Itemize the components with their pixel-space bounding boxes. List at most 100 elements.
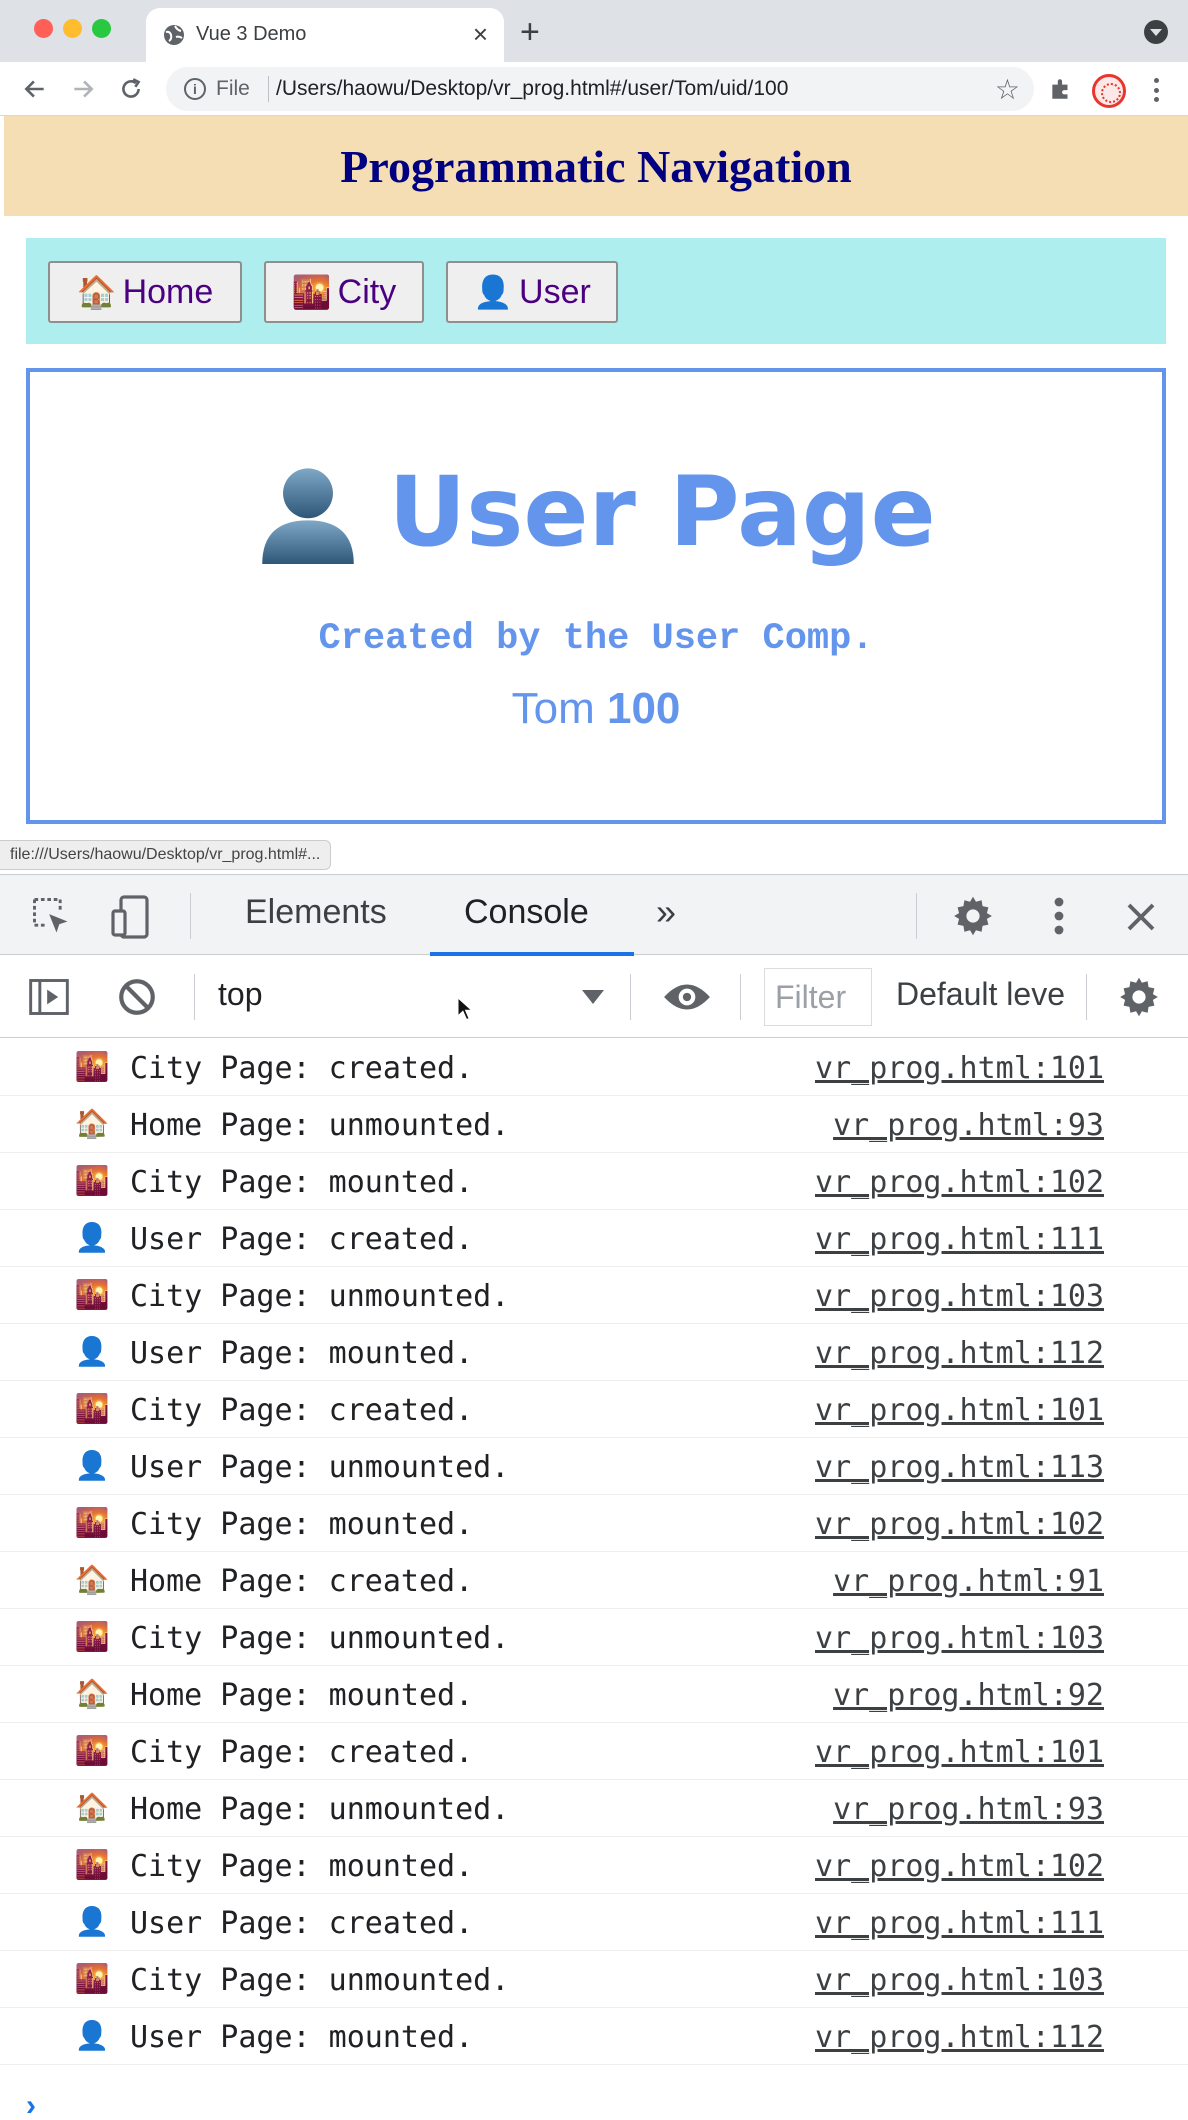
extensions-puzzle-icon[interactable]	[1044, 70, 1078, 108]
log-levels-dropdown[interactable]: Default levels	[896, 976, 1066, 1013]
profile-avatar-icon[interactable]	[1092, 74, 1126, 108]
console-message-text: User Page: mounted.	[130, 1336, 474, 1371]
context-selector[interactable]: top	[218, 976, 262, 1013]
console-toolbar: top Filter Default levels	[0, 956, 1188, 1038]
browser-tab[interactable]: Vue 3 Demo ×	[146, 8, 504, 62]
close-tab-icon[interactable]: ×	[473, 19, 488, 49]
chevron-down-icon[interactable]	[582, 990, 604, 1004]
city-button[interactable]: 🌇 City	[264, 261, 424, 323]
console-source-link[interactable]: vr_prog.html:93	[833, 1108, 1104, 1143]
cityscape-icon: 🌇	[74, 1051, 110, 1082]
created-by-text: Created by the User Comp.	[318, 618, 874, 660]
house-icon: 🏠	[74, 1792, 110, 1823]
tab-search-icon[interactable]	[1144, 20, 1168, 44]
console-message: 🏠 Home Page: unmounted. vr_prog.html:93	[0, 1096, 1188, 1153]
console-source-link[interactable]: vr_prog.html:112	[815, 1336, 1104, 1371]
console-message: 🌇 City Page: mounted. vr_prog.html:102	[0, 1153, 1188, 1210]
console-message: 🌇 City Page: unmounted. vr_prog.html:103	[0, 1609, 1188, 1666]
devtools-tab-bar: Elements Console »	[0, 875, 1188, 956]
console-source-link[interactable]: vr_prog.html:92	[833, 1678, 1104, 1713]
console-source-link[interactable]: vr_prog.html:102	[815, 1507, 1104, 1542]
address-bar[interactable]: i File /Users/haowu/Desktop/vr_prog.html…	[166, 67, 1034, 111]
new-tab-button[interactable]: +	[520, 12, 540, 52]
console-source-link[interactable]: vr_prog.html:103	[815, 1279, 1104, 1314]
console-message: 👤 User Page: unmounted. vr_prog.html:113	[0, 1438, 1188, 1495]
console-source-link[interactable]: vr_prog.html:101	[815, 1393, 1104, 1428]
console-source-link[interactable]: vr_prog.html:102	[815, 1165, 1104, 1200]
console-source-link[interactable]: vr_prog.html:103	[815, 1621, 1104, 1656]
user-button[interactable]: 👤 User	[446, 261, 618, 323]
console-message-text: City Page: created.	[130, 1735, 474, 1770]
close-devtools-icon[interactable]	[1118, 895, 1164, 939]
url-separator	[268, 76, 269, 102]
console-source-link[interactable]: vr_prog.html:111	[815, 1222, 1104, 1257]
cityscape-icon: 🌇	[74, 1849, 110, 1880]
inspect-element-icon[interactable]	[28, 893, 74, 939]
console-source-link[interactable]: vr_prog.html:103	[815, 1963, 1104, 1998]
clear-console-icon[interactable]	[114, 974, 160, 1020]
console-prompt[interactable]: ›	[26, 2089, 36, 2120]
console-source-link[interactable]: vr_prog.html:111	[815, 1906, 1104, 1941]
page-header: Programmatic Navigation	[4, 116, 1188, 216]
house-icon: 🏠	[74, 1108, 110, 1139]
devtools-menu-icon[interactable]	[1040, 893, 1078, 939]
minimize-window-button[interactable]	[63, 19, 82, 38]
user-id: 100	[606, 684, 681, 733]
user-silhouette-icon: 👤	[74, 1450, 110, 1481]
user-silhouette-icon: 👤	[473, 274, 514, 310]
settings-gear-icon[interactable]	[950, 893, 996, 939]
user-page-title: User Page	[388, 456, 936, 568]
close-window-button[interactable]	[34, 19, 53, 38]
more-tabs-icon[interactable]: »	[656, 891, 676, 933]
tab-console[interactable]: Console	[464, 893, 589, 932]
toolbar-divider	[740, 974, 741, 1020]
house-icon: 🏠	[74, 1678, 110, 1709]
console-source-link[interactable]: vr_prog.html:112	[815, 2020, 1104, 2055]
city-button-label: City	[337, 272, 397, 311]
console-source-link[interactable]: vr_prog.html:101	[815, 1051, 1104, 1086]
console-message: 🏠 Home Page: created. vr_prog.html:91	[0, 1552, 1188, 1609]
cityscape-icon: 🌇	[74, 1621, 110, 1652]
browser-toolbar: i File /Users/haowu/Desktop/vr_prog.html…	[0, 62, 1188, 116]
cityscape-icon: 🌇	[74, 1165, 110, 1196]
browser-menu-icon[interactable]	[1144, 74, 1168, 106]
console-message-text: Home Page: created.	[130, 1564, 474, 1599]
console-filter-input[interactable]: Filter	[764, 968, 872, 1026]
house-icon: 🏠	[76, 274, 117, 310]
link-status-bubble: file:///Users/haowu/Desktop/vr_prog.html…	[0, 840, 332, 870]
console-source-link[interactable]: vr_prog.html:91	[833, 1564, 1104, 1599]
toolbar-divider	[1086, 974, 1087, 1020]
console-source-link[interactable]: vr_prog.html:102	[815, 1849, 1104, 1884]
tab-elements[interactable]: Elements	[245, 893, 387, 932]
home-button[interactable]: 🏠 Home	[48, 261, 242, 323]
live-expression-eye-icon[interactable]	[660, 974, 714, 1020]
console-source-link[interactable]: vr_prog.html:93	[833, 1792, 1104, 1827]
browser-tab-strip: Vue 3 Demo × +	[0, 0, 1188, 62]
show-sidebar-icon[interactable]	[26, 974, 72, 1020]
console-message-text: City Page: mounted.	[130, 1849, 474, 1884]
page-header-title: Programmatic Navigation	[340, 140, 852, 192]
console-message-text: User Page: created.	[130, 1906, 474, 1941]
reload-icon[interactable]	[112, 70, 150, 108]
console-message-text: City Page: created.	[130, 1393, 474, 1428]
toolbar-divider	[916, 893, 917, 939]
scheme-label: File	[216, 77, 250, 100]
site-info-icon[interactable]: i	[184, 78, 206, 100]
url-text[interactable]: /Users/haowu/Desktop/vr_prog.html#/user/…	[276, 77, 788, 101]
back-icon[interactable]	[16, 70, 54, 108]
console-source-link[interactable]: vr_prog.html:101	[815, 1735, 1104, 1770]
cityscape-icon: 🌇	[74, 1393, 110, 1424]
forward-icon[interactable]	[64, 70, 102, 108]
tab-title: Vue 3 Demo	[196, 23, 307, 45]
console-source-link[interactable]: vr_prog.html:113	[815, 1450, 1104, 1485]
zoom-window-button[interactable]	[92, 19, 111, 38]
device-toolbar-icon[interactable]	[106, 893, 156, 941]
user-page-heading: User Page	[30, 460, 1162, 564]
console-settings-gear-icon[interactable]	[1116, 974, 1162, 1020]
console-message-text: City Page: unmounted.	[130, 1963, 510, 1998]
console-message: 🌇 City Page: unmounted. vr_prog.html:103	[0, 1267, 1188, 1324]
console-message-text: Home Page: unmounted.	[130, 1792, 510, 1827]
bookmark-star-icon[interactable]: ☆	[995, 73, 1020, 106]
console-message: 👤 User Page: mounted. vr_prog.html:112	[0, 1324, 1188, 1381]
console-message: 🌇 City Page: created. vr_prog.html:101	[0, 1723, 1188, 1780]
